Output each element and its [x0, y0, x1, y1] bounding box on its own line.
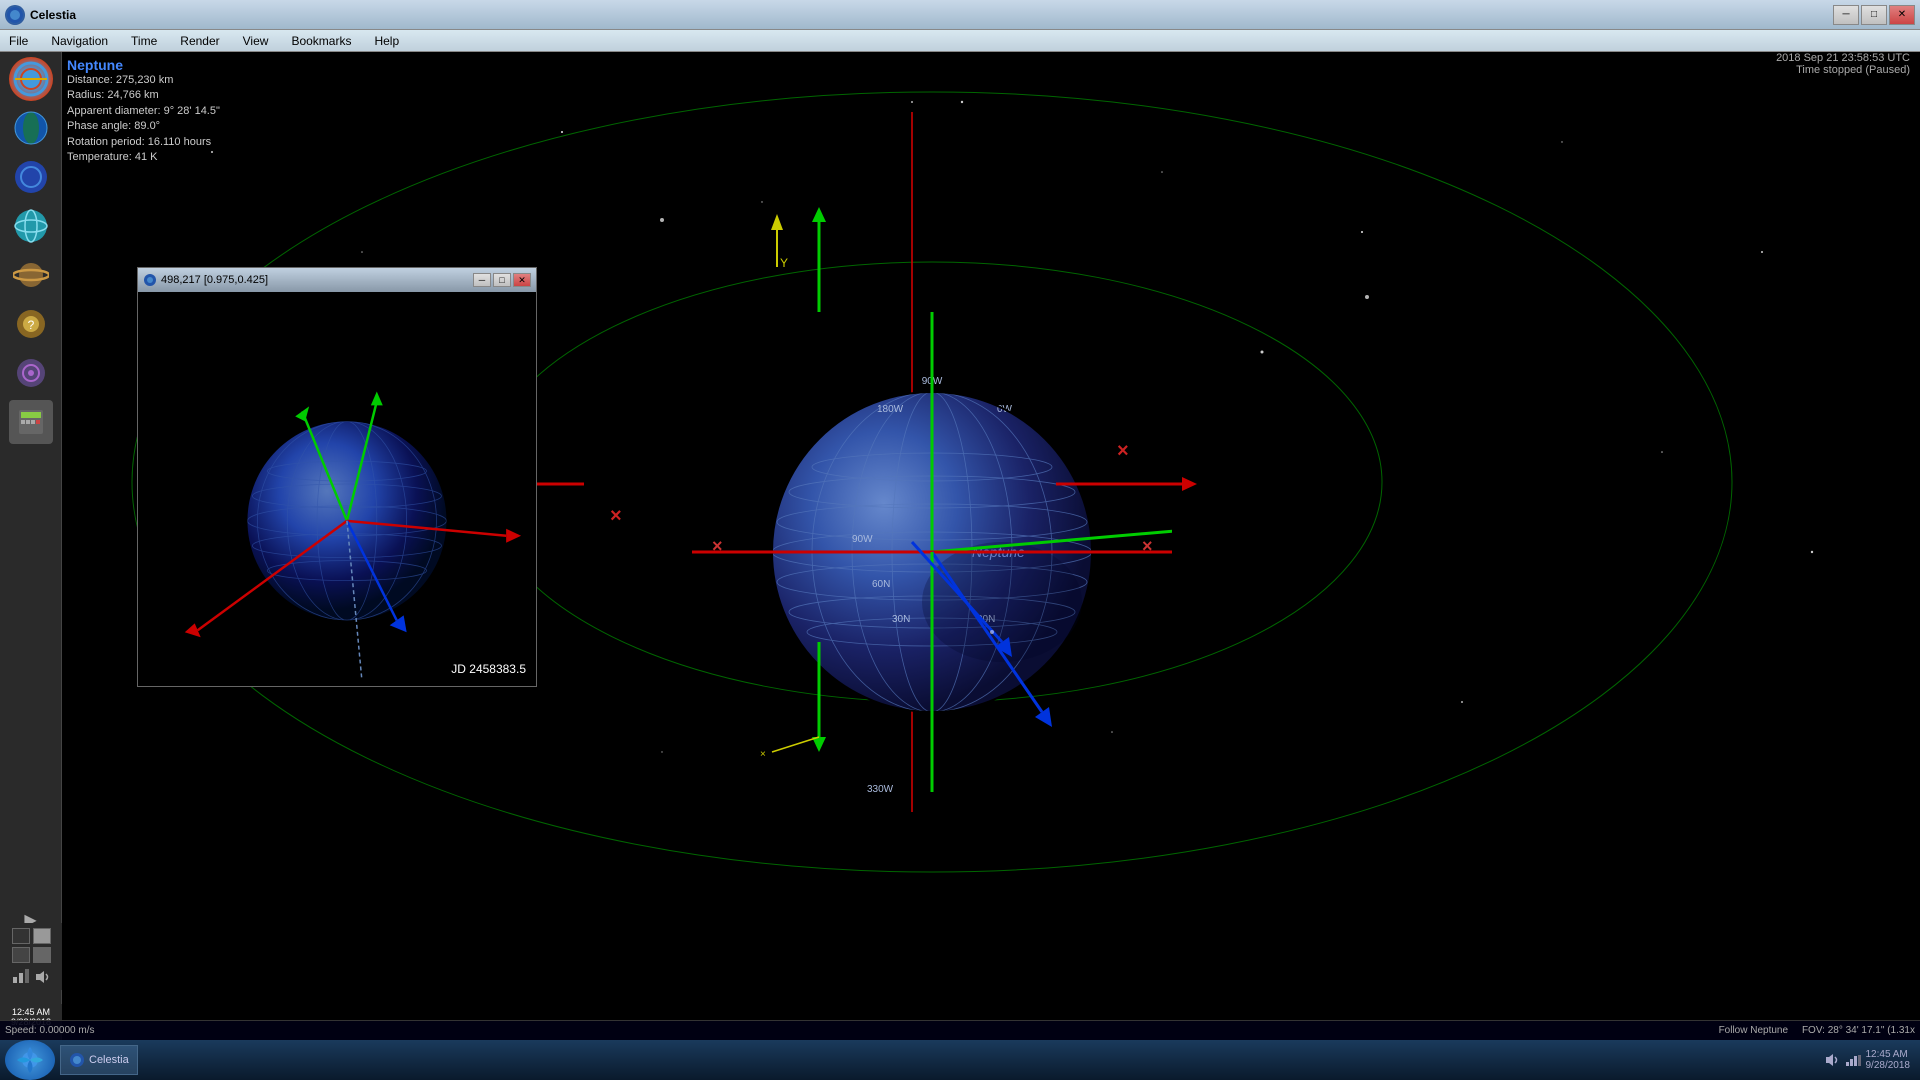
- sidebar-icon-globe[interactable]: [9, 204, 53, 248]
- status-follow: Follow Neptune: [1719, 1025, 1788, 1036]
- title-bar: Celestia ─ □ ✕: [0, 0, 1920, 30]
- menu-render[interactable]: Render: [176, 32, 223, 50]
- menu-navigation[interactable]: Navigation: [47, 32, 112, 50]
- sub-close-button[interactable]: ✕: [513, 273, 531, 287]
- maximize-button[interactable]: □: [1861, 5, 1887, 25]
- sub-window-controls: ─ □ ✕: [473, 273, 531, 287]
- sub-window-icon: [143, 273, 157, 287]
- svg-text:×: ×: [610, 505, 622, 527]
- svg-text:×: ×: [1117, 440, 1129, 462]
- sub-maximize-button[interactable]: □: [493, 273, 511, 287]
- windows-taskbar: Celestia 12:45 AM 9/28/2018: [0, 1040, 1920, 1080]
- menu-bookmarks[interactable]: Bookmarks: [287, 32, 355, 50]
- time-display: 2018 Sep 21 23:58:53 UTC Time stopped (P…: [1776, 52, 1910, 76]
- menu-bar: File Navigation Time Render View Bookmar…: [0, 30, 1920, 52]
- menu-time[interactable]: Time: [127, 32, 161, 50]
- sidebar-icon-orbit[interactable]: [9, 155, 53, 199]
- svg-text:Y: Y: [780, 256, 788, 270]
- sub-window-content: JD 2458383.5: [138, 292, 536, 686]
- sidebar-icon-saturn[interactable]: [9, 253, 53, 297]
- sub-window-neptune-svg: [138, 292, 536, 686]
- status-right: Follow Neptune FOV: 28° 34' 17.1" (1.31x: [1719, 1025, 1915, 1036]
- jd-label: JD 2458383.5: [451, 662, 526, 676]
- sidebar-color-box-2: [33, 928, 51, 944]
- taskbar-celestia-label: Celestia: [89, 1054, 129, 1066]
- sidebar-icon-badge[interactable]: ?: [9, 302, 53, 346]
- datetime-text: 2018 Sep 21 23:58:53 UTC: [1776, 52, 1910, 64]
- volume-icon: [1824, 1054, 1840, 1066]
- sidebar-sound-icon: [34, 969, 52, 985]
- network-icon: [1845, 1054, 1861, 1066]
- sidebar-color-box-4: [33, 947, 51, 963]
- sidebar-icon-calculator[interactable]: [9, 400, 53, 444]
- system-tray: 12:45 AM 9/28/2018: [1814, 1049, 1920, 1071]
- sidebar-icon-earth[interactable]: [9, 106, 53, 150]
- app-icon: [5, 5, 25, 25]
- time-status: Time stopped (Paused): [1776, 64, 1910, 76]
- sub-window-title-text: 498,217 [0.975,0.425]: [161, 274, 268, 286]
- taskbar-celestia[interactable]: Celestia: [60, 1045, 138, 1075]
- sub-window: 498,217 [0.975,0.425] ─ □ ✕: [137, 267, 537, 687]
- sidebar-icon-browser[interactable]: [9, 57, 53, 101]
- menu-help[interactable]: Help: [370, 32, 403, 50]
- tray-clock: 12:45 AM 9/28/2018: [1866, 1049, 1911, 1071]
- title-bar-controls: ─ □ ✕: [1833, 5, 1915, 25]
- svg-text:?: ?: [27, 318, 34, 332]
- sidebar-color-box-3: [12, 947, 30, 963]
- close-button[interactable]: ✕: [1889, 5, 1915, 25]
- sidebar-clock: 12:45 AM: [3, 1007, 59, 1017]
- status-fov: FOV: 28° 34' 17.1" (1.31x: [1802, 1025, 1915, 1036]
- menu-view[interactable]: View: [239, 32, 273, 50]
- start-button[interactable]: [5, 1040, 55, 1080]
- title-bar-text: Celestia: [30, 8, 1833, 22]
- sidebar-signal-icon: [11, 969, 29, 985]
- sub-window-titlebar: 498,217 [0.975,0.425] ─ □ ✕: [138, 268, 536, 292]
- sidebar-color-box-1: [12, 928, 30, 944]
- main-viewport[interactable]: 90W 180W 0W 90W 60N 30N 30N 330W Neptune: [62, 52, 1920, 1080]
- sidebar-bottom: [0, 923, 62, 990]
- status-bar: Speed: 0.00000 m/s Follow Neptune FOV: 2…: [0, 1020, 1920, 1040]
- status-speed: Speed: 0.00000 m/s: [5, 1025, 95, 1036]
- minimize-button[interactable]: ─: [1833, 5, 1859, 25]
- sidebar-icon-target[interactable]: [9, 351, 53, 395]
- sub-minimize-button[interactable]: ─: [473, 273, 491, 287]
- taskbar-items: Celestia: [55, 1045, 1814, 1075]
- svg-text:×: ×: [760, 749, 766, 760]
- menu-file[interactable]: File: [5, 32, 32, 50]
